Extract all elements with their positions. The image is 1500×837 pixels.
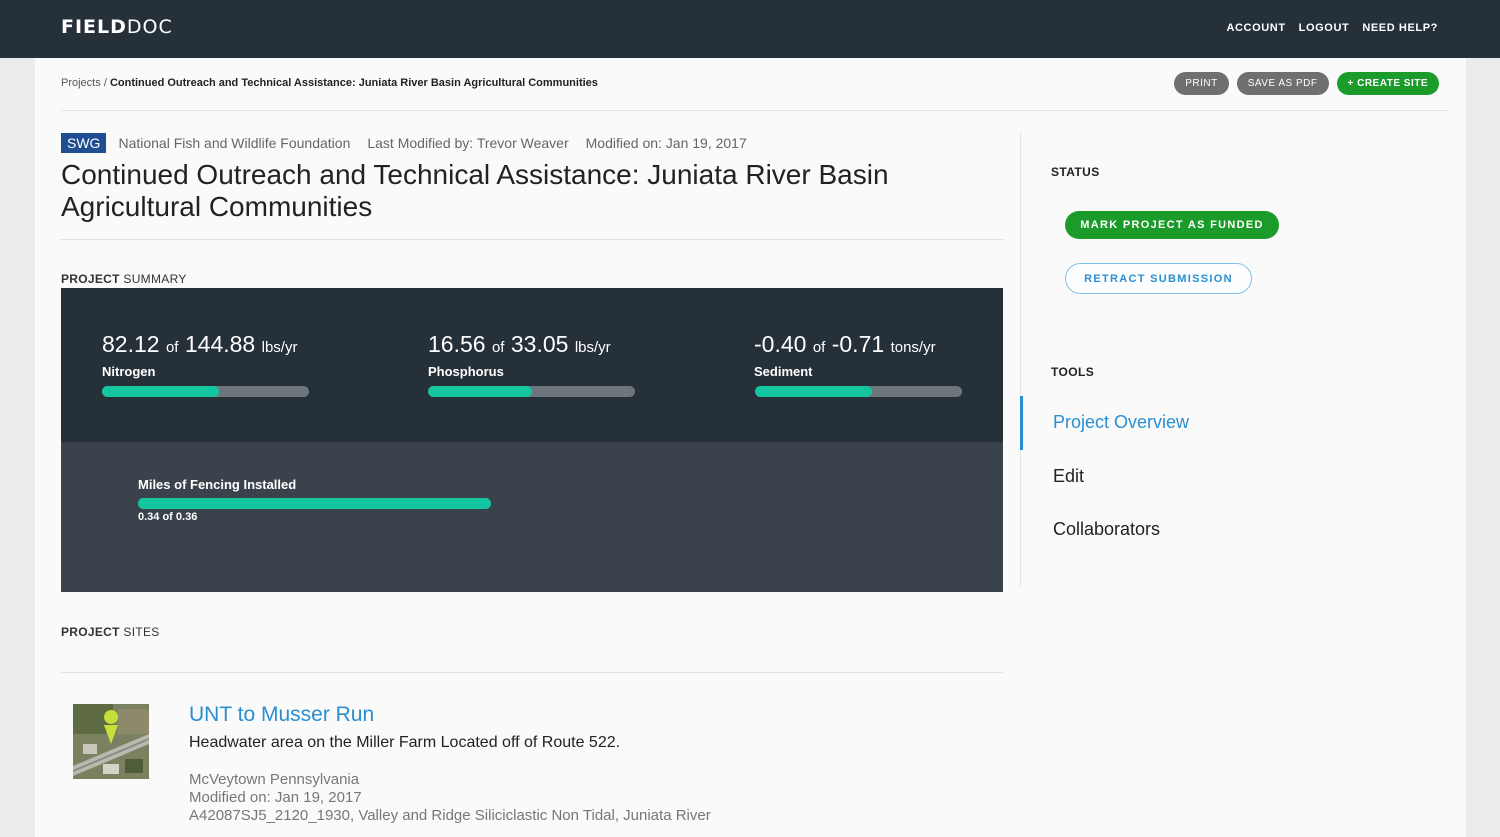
retract-submission-button[interactable]: RETRACT SUBMISSION <box>1065 263 1252 294</box>
project-meta: SWG National Fish and Wildlife Foundatio… <box>61 133 764 153</box>
tool-edit[interactable]: Edit <box>1053 466 1084 487</box>
tool-collaborators[interactable]: Collaborators <box>1053 519 1160 540</box>
program-badge: SWG <box>61 133 107 153</box>
mark-project-funded-button[interactable]: MARK PROJECT AS FUNDED <box>1065 211 1279 239</box>
sediment-progress-bar <box>755 386 962 397</box>
metric-name: Nitrogen <box>102 364 156 379</box>
project-summary-heading: PROJECT SUMMARY <box>61 272 187 286</box>
site-details: McVeytown Pennsylvania Modified on: Jan … <box>189 771 711 825</box>
page-actions: PRINT SAVE AS PDF + CREATE SITE <box>1174 72 1439 95</box>
phosphorus-progress-bar <box>428 386 635 397</box>
summary-goals-panel <box>61 442 1003 592</box>
active-tool-indicator <box>1020 396 1023 450</box>
organization-name: National Fish and Wildlife Foundation <box>118 135 351 151</box>
project-sites-heading: PROJECT SITES <box>61 625 160 639</box>
divider <box>61 110 1448 111</box>
fencing-progress-bar <box>138 498 491 509</box>
divider <box>61 672 1003 673</box>
create-site-button[interactable]: + CREATE SITE <box>1336 72 1439 95</box>
progress-fill <box>102 386 220 397</box>
breadcrumb: Projects / Continued Outreach and Techni… <box>61 77 598 89</box>
progress-fill <box>138 498 491 509</box>
sediment-metric: -0.40 of -0.71 tons/yr Sediment <box>754 331 936 379</box>
tool-project-overview[interactable]: Project Overview <box>1053 412 1189 433</box>
top-nav-links: ACCOUNT LOGOUT NEED HELP? <box>1226 22 1438 34</box>
progress-fill <box>755 386 872 397</box>
nitrogen-progress-bar <box>102 386 309 397</box>
site-location: McVeytown Pennsylvania <box>189 771 360 788</box>
sidebar-divider <box>1020 132 1021 587</box>
progress-fill <box>428 386 532 397</box>
nitrogen-metric: 82.12 of 144.88 lbs/yr Nitrogen <box>102 331 298 379</box>
fencing-value: 0.34 of 0.36 <box>138 511 198 523</box>
breadcrumb-projects-link[interactable]: Projects <box>61 77 101 89</box>
fielddoc-logo[interactable]: FIELDDOC <box>61 16 173 38</box>
print-button[interactable]: PRINT <box>1174 72 1229 95</box>
site-map-thumbnail[interactable] <box>73 704 149 779</box>
breadcrumb-current: Continued Outreach and Technical Assista… <box>109 77 598 89</box>
metric-name: Phosphorus <box>428 364 504 379</box>
need-help-link[interactable]: NEED HELP? <box>1362 22 1438 34</box>
divider <box>61 239 1003 240</box>
site-description: Headwater area on the Miller Farm Locate… <box>189 734 621 751</box>
tools-heading: TOOLS <box>1051 365 1095 379</box>
fencing-label: Miles of Fencing Installed <box>138 477 297 492</box>
top-navbar: FIELDDOC ACCOUNT LOGOUT NEED HELP? <box>0 0 1500 58</box>
account-link[interactable]: ACCOUNT <box>1226 22 1285 34</box>
phosphorus-metric: 16.56 of 33.05 lbs/yr Phosphorus <box>428 331 611 379</box>
breadcrumb-separator: / <box>103 77 107 89</box>
site-modified: Modified on: Jan 19, 2017 <box>189 789 362 806</box>
last-modified-by: Last Modified by: Trevor Weaver <box>367 135 569 151</box>
metric-name: Sediment <box>754 364 813 379</box>
modified-on: Modified on: Jan 19, 2017 <box>585 135 747 151</box>
save-as-pdf-button[interactable]: SAVE AS PDF <box>1236 72 1329 95</box>
logout-link[interactable]: LOGOUT <box>1299 22 1350 34</box>
site-title-link[interactable]: UNT to Musser Run <box>189 703 374 727</box>
page-title: Continued Outreach and Technical Assista… <box>61 159 889 222</box>
site-segment: A42087SJ5_2120_1930, Valley and Ridge Si… <box>189 807 711 824</box>
status-heading: STATUS <box>1051 165 1100 179</box>
